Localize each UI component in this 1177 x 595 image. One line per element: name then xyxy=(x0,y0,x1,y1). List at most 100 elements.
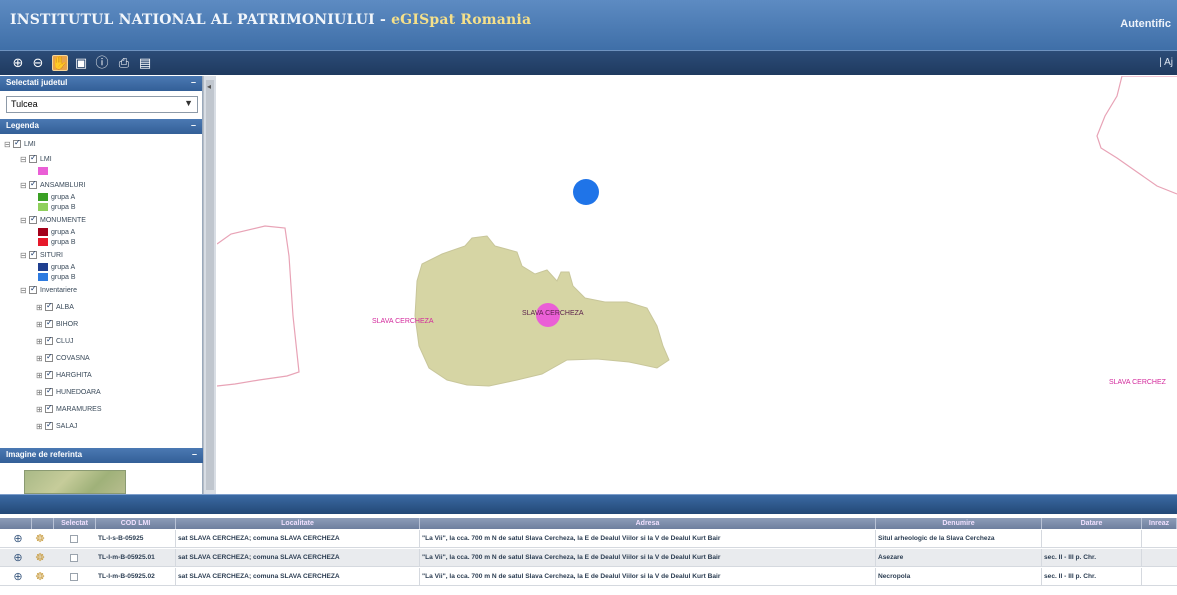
sidebar-scrollbar[interactable]: ◂ xyxy=(203,76,216,494)
table-row[interactable]: ⊕ ☸ TL-I-m-B-05925.02 sat SLAVA CERCHEZA… xyxy=(0,568,1177,586)
legend-node-alba[interactable]: ⊞ ALBA xyxy=(36,301,74,313)
cell-cod-lmi: TL-I-m-B-05925.01 xyxy=(96,549,176,567)
legend-node-ansambluri[interactable]: ⊟ ANSAMBLURI xyxy=(20,179,86,191)
collapse-icon[interactable]: – xyxy=(191,120,196,130)
cell-localitate: sat SLAVA CERCHEZA; comuna SLAVA CERCHEZ… xyxy=(176,549,420,567)
site-point-blue xyxy=(573,179,599,205)
cell-adresa: "La Vii", la cca. 700 m N de satul Slava… xyxy=(420,549,876,567)
zoom-to-feature-icon[interactable]: ⊕ xyxy=(12,571,24,583)
table-row[interactable]: ⊕ ☸ TL-I-m-B-05925.01 sat SLAVA CERCHEZA… xyxy=(0,549,1177,567)
layer-checkbox[interactable] xyxy=(45,352,53,362)
cell-datare: sec. II - III p. Chr. xyxy=(1042,549,1142,567)
layer-checkbox[interactable] xyxy=(13,138,21,148)
collapse-sidebar-icon[interactable]: ◂ xyxy=(207,82,211,91)
expand-node-icon[interactable]: ⊞ xyxy=(36,354,45,363)
collapse-node-icon[interactable]: ⊟ xyxy=(20,251,29,260)
table-row[interactable]: ⊕ ☸ TL-I-s-B-05925 sat SLAVA CERCHEZA; c… xyxy=(0,530,1177,548)
chevron-down-icon[interactable]: ▼ xyxy=(184,98,193,108)
legend-node-inventariere[interactable]: ⊟ Inventariere xyxy=(20,284,77,296)
column-header-inreaz[interactable]: Inreaz xyxy=(1142,518,1177,529)
collapse-node-icon[interactable]: ⊟ xyxy=(4,140,13,149)
column-header-datare[interactable]: Datare xyxy=(1042,518,1142,529)
column-header-localitate[interactable]: Localitate xyxy=(176,518,420,529)
layer-checkbox[interactable] xyxy=(29,214,37,224)
collapse-node-icon[interactable]: ⊟ xyxy=(20,155,29,164)
legend-node-maramures[interactable]: ⊞ MARAMURES xyxy=(36,403,102,415)
expand-node-icon[interactable]: ⊞ xyxy=(36,337,45,346)
results-grid: Selectat COD LMI Localitate Adresa Denum… xyxy=(0,514,1177,595)
layer-checkbox[interactable] xyxy=(45,386,53,396)
legend-node-salaj[interactable]: ⊞ SALAJ xyxy=(36,420,77,432)
expand-node-icon[interactable]: ⊞ xyxy=(36,320,45,329)
row-select-checkbox[interactable] xyxy=(70,535,78,543)
layer-checkbox[interactable] xyxy=(45,403,53,413)
login-link[interactable]: Autentific xyxy=(1120,18,1171,30)
help-link[interactable]: | Aj xyxy=(1159,57,1173,68)
details-icon[interactable]: ☸ xyxy=(34,571,46,583)
map-layers xyxy=(217,76,1177,387)
column-header-denumire[interactable]: Denumire xyxy=(876,518,1042,529)
legend-label: grupa B xyxy=(51,203,76,211)
collapse-node-icon[interactable]: ⊟ xyxy=(20,181,29,190)
column-header-info[interactable] xyxy=(32,518,54,529)
expand-node-icon[interactable]: ⊞ xyxy=(36,405,45,414)
legend-node-bihor[interactable]: ⊞ BIHOR xyxy=(36,318,78,330)
group-b-swatch xyxy=(38,273,48,281)
legend-node-covasna[interactable]: ⊞ COVASNA xyxy=(36,352,90,364)
export-icon[interactable]: ▤ xyxy=(137,55,153,71)
zoom-extent-icon[interactable]: ▣ xyxy=(73,55,89,71)
legend-label: Inventariere xyxy=(40,286,77,294)
column-header-cod-lmi[interactable]: COD LMI xyxy=(96,518,176,529)
details-icon[interactable]: ☸ xyxy=(34,552,46,564)
info-icon[interactable]: ⓘ xyxy=(94,55,110,71)
reference-image-panel-header[interactable]: Imagine de referinta – xyxy=(0,448,203,463)
column-header-zoom[interactable] xyxy=(0,518,32,529)
scrollbar-thumb[interactable] xyxy=(206,80,214,490)
column-header-selectat[interactable]: Selectat xyxy=(54,518,96,529)
map-canvas[interactable]: SLAVA CERCHEZA SLAVA CERCHEZA SLAVA CERC… xyxy=(217,76,1177,494)
column-header-adresa[interactable]: Adresa xyxy=(420,518,876,529)
expand-node-icon[interactable]: ⊞ xyxy=(36,303,45,312)
collapse-node-icon[interactable]: ⊟ xyxy=(20,216,29,225)
layer-checkbox[interactable] xyxy=(45,301,53,311)
layer-checkbox[interactable] xyxy=(29,249,37,259)
layer-checkbox[interactable] xyxy=(45,335,53,345)
collapse-node-icon[interactable]: ⊟ xyxy=(20,286,29,295)
legend-node-monumente[interactable]: ⊟ MONUMENTE xyxy=(20,214,86,226)
zoom-to-feature-icon[interactable]: ⊕ xyxy=(12,533,24,545)
county-select[interactable]: Tulcea ▼ xyxy=(6,96,198,113)
row-select-checkbox[interactable] xyxy=(70,573,78,581)
reference-map-thumbnail[interactable] xyxy=(24,470,126,494)
legend-node-situri[interactable]: ⊟ SITURI xyxy=(20,249,63,261)
app-header: INSTITUTUL NATIONAL AL PATRIMONIULUI - e… xyxy=(0,0,1177,50)
collapse-icon[interactable]: – xyxy=(191,77,196,87)
legend-node-hunedoara[interactable]: ⊞ HUNEDOARA xyxy=(36,386,101,398)
zoom-out-icon[interactable]: ⊖ xyxy=(30,55,46,71)
legend-label: BIHOR xyxy=(56,320,79,328)
expand-node-icon[interactable]: ⊞ xyxy=(36,422,45,431)
pan-hand-icon[interactable]: ✋ xyxy=(52,55,68,71)
results-splitter[interactable] xyxy=(0,494,1177,514)
legend-node-cluj[interactable]: ⊞ CLUJ xyxy=(36,335,74,347)
legend-node-lmi-root[interactable]: ⊟ LMI xyxy=(4,138,36,150)
expand-node-icon[interactable]: ⊞ xyxy=(36,388,45,397)
collapse-icon[interactable]: – xyxy=(192,449,197,459)
layer-checkbox[interactable] xyxy=(45,420,53,430)
print-icon[interactable]: ⎙ xyxy=(116,55,132,71)
county-panel-header[interactable]: Selectati judetul – xyxy=(0,76,202,91)
zoom-in-icon[interactable]: ⊕ xyxy=(10,55,26,71)
map-place-label: SLAVA CERCHEZA xyxy=(522,310,584,317)
row-select-checkbox[interactable] xyxy=(70,554,78,562)
zoom-to-feature-icon[interactable]: ⊕ xyxy=(12,552,24,564)
legend-node-harghita[interactable]: ⊞ HARGHITA xyxy=(36,369,92,381)
layer-checkbox[interactable] xyxy=(29,153,37,163)
layer-checkbox[interactable] xyxy=(29,179,37,189)
layer-checkbox[interactable] xyxy=(45,318,53,328)
layer-checkbox[interactable] xyxy=(45,369,53,379)
expand-node-icon[interactable]: ⊞ xyxy=(36,371,45,380)
details-icon[interactable]: ☸ xyxy=(34,533,46,545)
legend-panel-header[interactable]: Legenda – xyxy=(0,119,202,134)
legend-label: HARGHITA xyxy=(56,371,92,379)
legend-node-lmi[interactable]: ⊟ LMI xyxy=(20,153,52,165)
layer-checkbox[interactable] xyxy=(29,284,37,294)
